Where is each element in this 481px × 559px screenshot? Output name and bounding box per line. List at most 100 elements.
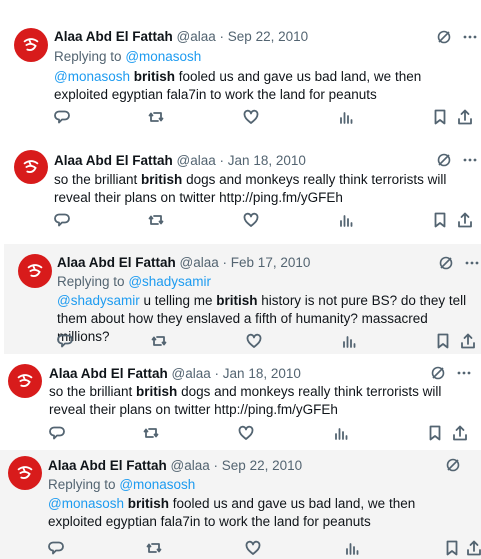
tweet-date[interactable]: Sep 22, 2010 (228, 29, 308, 44)
tweet-date[interactable]: Jan 18, 2010 (228, 153, 306, 168)
retweet-icon[interactable] (148, 109, 164, 125)
tweet-mention[interactable]: @shadysamir (57, 293, 140, 308)
grok-icon[interactable] (445, 457, 461, 478)
separator-dot: · (214, 366, 220, 381)
share-icon[interactable] (457, 212, 473, 228)
tweet-date[interactable]: Sep 22, 2010 (222, 458, 302, 473)
action-bar (49, 425, 474, 445)
tweet-text: @monasosh british fooled us and gave us … (48, 495, 468, 531)
bookmark-icon[interactable] (432, 109, 448, 125)
views-icon[interactable] (344, 540, 360, 556)
reply-icon[interactable] (48, 540, 64, 556)
like-icon[interactable] (243, 212, 259, 228)
views-icon[interactable] (338, 212, 354, 228)
avatar[interactable] (8, 456, 42, 490)
bookmark-icon[interactable] (444, 540, 460, 556)
action-bar (48, 540, 481, 559)
highlight-keyword: british (216, 293, 258, 308)
grok-icon[interactable] (438, 255, 454, 276)
tweet-card[interactable]: Alaa Abd El Fattah @alaa · Jan 18, 2010 … (0, 140, 481, 235)
more-options-icon[interactable] (462, 152, 478, 173)
bookmark-icon[interactable] (435, 333, 451, 349)
retweet-icon[interactable] (146, 540, 162, 556)
text-segment: so the brilliant (54, 172, 142, 187)
tweet-card[interactable]: Alaa Abd El Fattah @alaa · Feb 17, 2010 … (4, 244, 481, 354)
separator-dot: · (219, 153, 225, 168)
bookmark-icon[interactable] (432, 212, 448, 228)
replying-to-mention[interactable]: @monasosh (125, 49, 201, 64)
share-icon[interactable] (457, 109, 473, 125)
like-icon[interactable] (246, 333, 262, 349)
separator-dot: · (213, 458, 219, 473)
author-name[interactable]: Alaa Abd El Fattah (54, 153, 173, 168)
views-icon[interactable] (338, 109, 354, 125)
replying-to-mention[interactable]: @monasosh (119, 477, 195, 492)
share-icon[interactable] (452, 425, 468, 441)
like-icon[interactable] (238, 425, 254, 441)
reply-icon[interactable] (49, 425, 65, 441)
author-handle[interactable]: @alaa (172, 366, 211, 381)
author-name[interactable]: Alaa Abd El Fattah (49, 366, 168, 381)
author-handle[interactable]: @alaa (177, 29, 216, 44)
bookmark-icon[interactable] (427, 425, 443, 441)
avatar-calligraphy-icon (27, 264, 43, 277)
avatar[interactable] (14, 28, 48, 62)
tweet-text: so the brilliant british dogs and monkey… (49, 383, 464, 419)
retweet-icon[interactable] (143, 425, 159, 441)
views-icon[interactable] (341, 333, 357, 349)
replying-prefix: Replying to (54, 49, 122, 64)
like-icon[interactable] (245, 540, 261, 556)
replying-prefix: Replying to (48, 477, 116, 492)
tweet-card[interactable]: Alaa Abd El Fattah @alaa · Sep 22, 2010 … (0, 450, 481, 559)
highlight-keyword: british (133, 69, 176, 84)
replying-prefix: Replying to (57, 274, 125, 289)
share-icon[interactable] (460, 333, 476, 349)
tweet-mention[interactable]: @monasosh (48, 496, 124, 511)
tweet-text: @monasosh british fooled us and gave us … (54, 68, 464, 104)
separator-dot: · (222, 255, 228, 270)
author-name[interactable]: Alaa Abd El Fattah (48, 458, 167, 473)
avatar[interactable] (8, 364, 42, 398)
text-segment: u telling me (139, 293, 217, 308)
avatar[interactable] (18, 254, 52, 288)
tweet-date[interactable]: Jan 18, 2010 (223, 366, 301, 381)
author-handle[interactable]: @alaa (171, 458, 210, 473)
replying-to-line: Replying to @shadysamir (57, 274, 211, 289)
replying-to-line: Replying to @monasosh (54, 49, 201, 64)
author-handle[interactable]: @alaa (177, 153, 216, 168)
tweet-card[interactable]: Alaa Abd El Fattah @alaa · Sep 22, 2010 … (0, 18, 481, 130)
more-options-icon[interactable] (462, 29, 478, 50)
replying-to-line: Replying to @monasosh (48, 477, 195, 492)
tweet-header: Alaa Abd El Fattah @alaa · Feb 17, 2010 (57, 255, 310, 270)
like-icon[interactable] (243, 109, 259, 125)
share-icon[interactable] (466, 540, 481, 556)
text-segment: so the brilliant (49, 384, 137, 399)
tweet-date[interactable]: Feb 17, 2010 (231, 255, 311, 270)
reply-icon[interactable] (57, 333, 73, 349)
reply-icon[interactable] (54, 109, 70, 125)
avatar-calligraphy-icon (23, 38, 39, 51)
avatar-calligraphy-icon (17, 374, 33, 387)
grok-icon[interactable] (436, 152, 452, 173)
avatar-calligraphy-icon (17, 466, 33, 479)
author-name[interactable]: Alaa Abd El Fattah (57, 255, 176, 270)
tweet-card[interactable]: Alaa Abd El Fattah @alaa · Jan 18, 2010 … (0, 360, 481, 448)
tweet-header: Alaa Abd El Fattah @alaa · Sep 22, 2010 (48, 458, 302, 473)
author-name[interactable]: Alaa Abd El Fattah (54, 29, 173, 44)
separator-dot: · (219, 29, 225, 44)
retweet-icon[interactable] (148, 212, 164, 228)
views-icon[interactable] (333, 425, 349, 441)
tweet-mention[interactable]: @monasosh (54, 69, 130, 84)
retweet-icon[interactable] (151, 333, 167, 349)
replying-to-mention[interactable]: @shadysamir (128, 274, 211, 289)
avatar[interactable] (14, 150, 48, 184)
action-bar (54, 212, 474, 232)
reply-icon[interactable] (54, 212, 70, 228)
grok-icon[interactable] (436, 29, 452, 50)
more-options-icon[interactable] (464, 255, 480, 276)
author-handle[interactable]: @alaa (180, 255, 219, 270)
tweet-header: Alaa Abd El Fattah @alaa · Jan 18, 2010 (49, 366, 301, 381)
highlight-keyword: british (141, 172, 183, 187)
action-bar (54, 109, 474, 129)
tweet-header: Alaa Abd El Fattah @alaa · Jan 18, 2010 (54, 153, 306, 168)
